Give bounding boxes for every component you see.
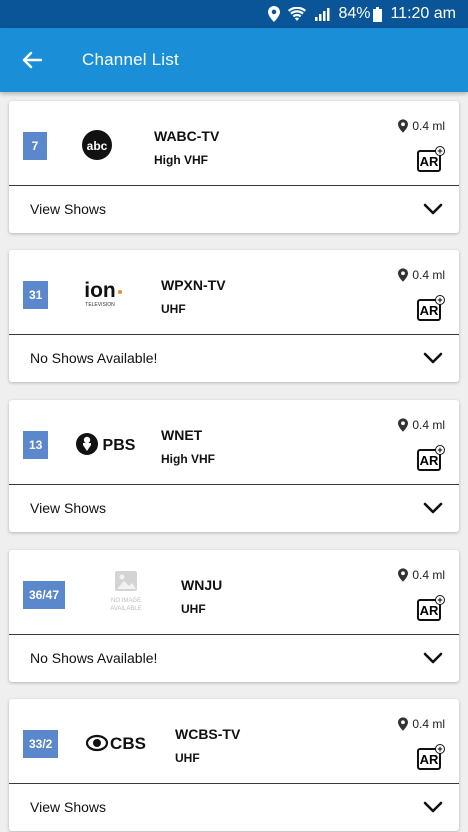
band-label: UHF [175,751,200,765]
plus-icon: + [435,445,445,455]
no-image-text-2: AVAILABLE [110,606,141,612]
plus-icon: + [435,595,445,605]
band-label: UHF [181,602,206,616]
location-pin-icon [398,717,409,731]
plus-icon: + [435,744,445,754]
chevron-down-icon [423,352,443,364]
chevron-down-icon [423,801,443,813]
ar-add-button[interactable]: AR + [417,146,445,174]
back-button[interactable] [0,28,64,92]
channel-card-header[interactable]: 7 abc WABC-TV High VHF 0.4 ml AR + [9,101,459,186]
battery-icon [373,6,383,22]
view-shows-toggle[interactable]: View Shows [9,485,459,531]
band-label: High VHF [161,452,215,466]
signal-icon [314,7,330,21]
ar-add-button[interactable]: AR + [417,445,445,473]
band-label: High VHF [154,153,208,167]
shows-label: No Shows Available! [30,350,158,366]
clock: 11:20 am [390,5,456,22]
channel-card-header[interactable]: 13 PBS WNET High VHF 0.4 ml AR + [9,400,459,485]
ion-logo-subtext: TELEVISION [85,302,115,308]
plus-icon: + [435,295,445,305]
distance-value: 0.4 ml [412,717,445,731]
channel-card: 13 PBS WNET High VHF 0.4 ml AR + View Sh… [9,400,459,532]
channel-card-header[interactable]: 33/2 CBS WCBS-TV UHF 0.4 ml AR + [9,699,459,784]
arrow-back-icon [22,51,42,69]
channel-number-badge: 36/47 [23,581,66,609]
chevron-down-icon [423,652,443,664]
ar-add-button[interactable]: AR + [417,295,445,323]
distance: 0.4 ml [398,717,445,731]
pbs-logo: PBS [71,424,141,464]
location-pin-icon [398,268,409,282]
distance-value: 0.4 ml [412,418,445,432]
plus-icon: + [435,146,445,156]
channel-number-badge: 13 [23,431,49,459]
channel-number-badge: 31 [23,281,49,309]
location-pin-icon [398,119,409,133]
distance: 0.4 ml [398,268,445,282]
distance-value: 0.4 ml [412,268,445,282]
no-image-text-1: NO IMAGE [111,598,141,604]
chevron-down-icon [423,502,443,514]
view-shows-toggle[interactable]: No Shows Available! [9,335,459,381]
shows-label: View Shows [30,201,107,217]
battery-percent: 84% [338,5,371,22]
channel-card-header[interactable]: 36/47 NO IMAGE AVAILABLE WNJU UHF 0.4 ml… [9,550,459,635]
chevron-down-icon [423,203,443,215]
page-title: Channel List [82,50,179,69]
distance: 0.4 ml [398,418,445,432]
abc-logo: abc [62,125,132,165]
channel-list[interactable]: 7 abc WABC-TV High VHF 0.4 ml AR + View … [0,92,468,832]
ar-add-button[interactable]: AR + [417,744,445,772]
ar-add-button[interactable]: AR + [417,595,445,623]
channel-card: 7 abc WABC-TV High VHF 0.4 ml AR + View … [9,101,459,233]
abc-logo-text: abc [87,139,108,153]
cbs-logo: CBS [85,723,149,763]
wifi-icon [288,7,307,21]
shows-label: View Shows [30,799,107,815]
call-sign: WPXN-TV [161,277,226,293]
location-icon [268,6,281,22]
distance: 0.4 ml [398,568,445,582]
shows-label: No Shows Available! [30,650,158,666]
call-sign: WCBS-TV [175,726,241,742]
ion-logo-text: ion [84,279,116,302]
view-shows-toggle[interactable]: View Shows [9,186,459,232]
distance: 0.4 ml [398,119,445,133]
view-shows-toggle[interactable]: View Shows [9,784,459,830]
call-sign: WABC-TV [154,128,220,144]
distance-value: 0.4 ml [412,119,445,133]
no-image-placeholder: NO IMAGE AVAILABLE [91,568,161,618]
channel-card-header[interactable]: 31 ion TELEVISION WPXN-TV UHF 0.4 ml AR … [9,250,459,335]
app-bar: Channel List [0,28,468,92]
channel-card: 36/47 NO IMAGE AVAILABLE WNJU UHF 0.4 ml… [9,550,459,682]
pbs-logo-text: PBS [103,437,136,454]
channel-number-badge: 7 [23,132,47,160]
distance-value: 0.4 ml [412,568,445,582]
channel-card: 33/2 CBS WCBS-TV UHF 0.4 ml AR + View Sh… [9,699,459,831]
shows-label: View Shows [30,500,107,516]
cbs-logo-text: CBS [110,734,146,753]
band-label: UHF [161,302,186,316]
call-sign: WNET [161,427,203,443]
view-shows-toggle[interactable]: No Shows Available! [9,635,459,681]
status-bar: 84% 11:20 am [0,0,468,28]
location-pin-icon [398,568,409,582]
ion-logo: ion TELEVISION [69,274,139,314]
channel-number-badge: 33/2 [23,730,59,758]
call-sign: WNJU [181,577,223,593]
channel-card: 31 ion TELEVISION WPXN-TV UHF 0.4 ml AR … [9,250,459,382]
location-pin-icon [398,418,409,432]
